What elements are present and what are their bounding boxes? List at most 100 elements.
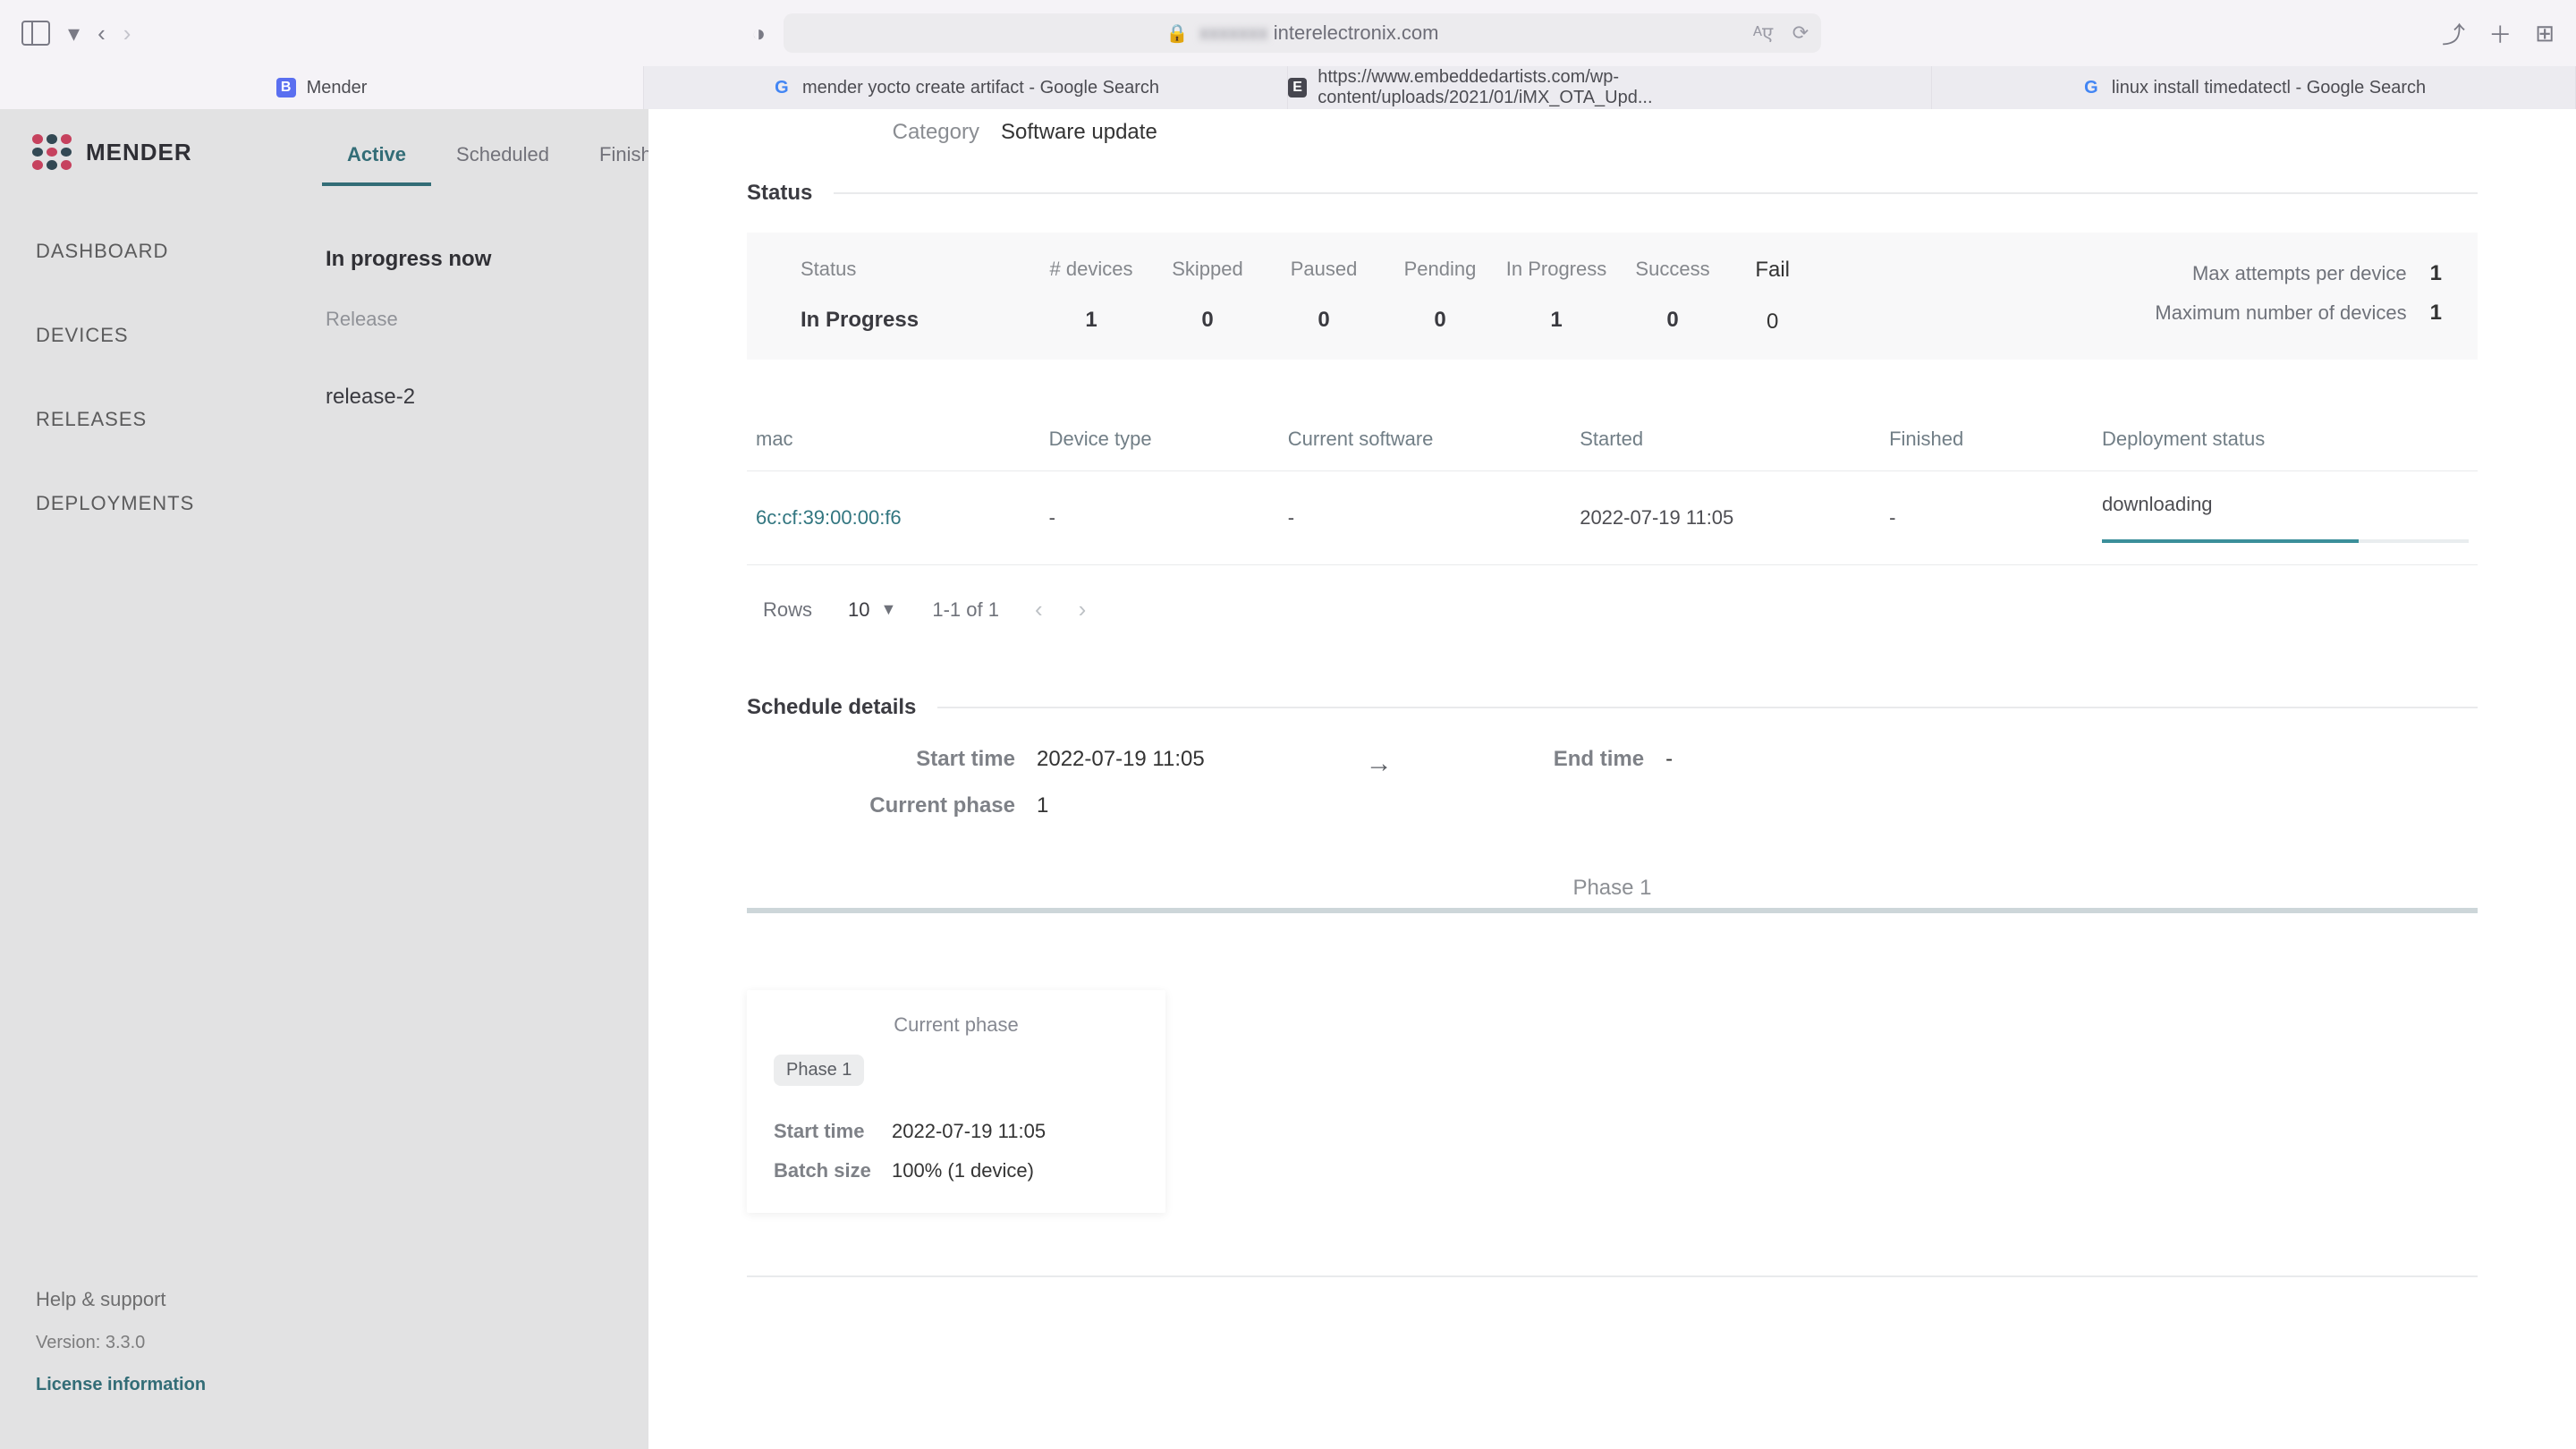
status-fail: 0 <box>1737 309 1809 335</box>
status-value: In Progress <box>801 308 1033 333</box>
tab-label: mender yocto create artifact - Google Se… <box>802 78 1159 98</box>
sched-start-label: Start time <box>747 747 1015 772</box>
max-attempts-label: Max attempts per device <box>2192 262 2407 285</box>
lock-icon: 🔒 <box>1166 22 1189 45</box>
pc-start-value: 2022-07-19 11:05 <box>892 1120 1046 1143</box>
sched-end-value: - <box>1665 747 1673 772</box>
logo-icon <box>32 134 72 170</box>
sched-end-label: End time <box>1554 747 1644 772</box>
phase-card-title: Current phase <box>774 1013 1139 1037</box>
reload-icon[interactable]: ⟳ <box>1792 21 1809 45</box>
tab-scheduled[interactable]: Scheduled <box>431 143 574 186</box>
status-col-skipped: Skipped <box>1149 258 1266 281</box>
phase-title: Phase 1 <box>747 876 2478 901</box>
status-col-paused: Paused <box>1266 258 1382 281</box>
translate-icon[interactable]: ᴬए <box>1753 20 1773 47</box>
sidebar: MENDER DASHBOARD DEVICES RELEASES DEPLOY… <box>0 109 269 1449</box>
tab-label: https://www.embeddedartists.com/wp-conte… <box>1318 67 1931 108</box>
page-next-icon[interactable]: › <box>1079 596 1087 623</box>
nav-forward-icon[interactable]: › <box>123 20 131 47</box>
arrow-right-icon: → <box>1366 749 1393 779</box>
status-header: Status <box>747 181 812 206</box>
url-blurred: xxxxxxx <box>1199 21 1268 45</box>
sched-phase-label: Current phase <box>747 793 1015 818</box>
pc-batch-value: 100% (1 device) <box>892 1159 1034 1182</box>
footer-divider <box>747 1275 2478 1277</box>
cell-mac[interactable]: 6c:cf:39:00:00:f6 <box>747 471 1040 565</box>
col-started[interactable]: Started <box>1571 422 1880 471</box>
pc-batch-label: Batch size <box>774 1159 876 1182</box>
status-col-inprogress: In Progress <box>1498 258 1614 281</box>
pc-start-label: Start time <box>774 1120 876 1143</box>
sidebar-icon[interactable] <box>21 21 50 46</box>
rows-select[interactable]: 10 ▼ <box>848 598 896 622</box>
phase-pill: Phase 1 <box>774 1055 864 1086</box>
rows-value: 10 <box>848 598 869 622</box>
release-value: release-2 <box>268 340 653 454</box>
status-col-fail: Fail <box>1737 258 1809 283</box>
status-summary: Status # devices Skipped Paused Pending … <box>747 233 2478 360</box>
status-col-status: Status <box>801 258 1033 281</box>
max-attempts-value: 1 <box>2430 261 2442 286</box>
nav-dashboard[interactable]: DASHBOARD <box>0 209 268 293</box>
col-mac[interactable]: mac <box>747 422 1040 471</box>
nav-back-icon[interactable]: ‹ <box>97 20 106 47</box>
favicon-e-icon: E <box>1288 78 1307 97</box>
nav-deployments[interactable]: DEPLOYMENTS <box>0 462 268 546</box>
category-value: Software update <box>1001 120 1157 145</box>
release-label: Release <box>268 299 653 340</box>
browser-tab-search1[interactable]: G mender yocto create artifact - Google … <box>644 66 1288 109</box>
browser-tab-mender[interactable]: B Mender <box>0 66 644 109</box>
tab-active[interactable]: Active <box>322 143 431 186</box>
brand-name: MENDER <box>86 139 192 166</box>
col-current-sw[interactable]: Current software <box>1279 422 1571 471</box>
sched-start-value: 2022-07-19 11:05 <box>1037 747 1205 772</box>
nav-releases[interactable]: RELEASES <box>0 377 268 462</box>
table-row[interactable]: 6c:cf:39:00:00:f6 - - 2022-07-19 11:05 -… <box>747 471 2478 565</box>
help-support-link[interactable]: Help & support <box>36 1288 233 1311</box>
address-bar[interactable]: 🔒 xxxxxxx interelectronix.com ᴬए ⟳ <box>784 13 1821 53</box>
deployments-panel: Active Scheduled Finished In progress no… <box>268 109 653 1449</box>
share-icon[interactable]: ⤴ <box>2442 17 2465 50</box>
deployment-drawer: Category Software update Status Status #… <box>648 109 2576 1449</box>
col-finished[interactable]: Finished <box>1880 422 2093 471</box>
cell-current-sw: - <box>1279 471 1571 565</box>
tabs-overview-icon[interactable]: ⊞ <box>2535 20 2555 47</box>
col-dep-status[interactable]: Deployment status <box>2093 422 2478 471</box>
progress-bar <box>2102 539 2469 543</box>
cell-started: 2022-07-19 11:05 <box>1571 471 1880 565</box>
rows-label: Rows <box>763 598 812 622</box>
nav-devices[interactable]: DEVICES <box>0 293 268 377</box>
category-label: Category <box>836 120 979 145</box>
browser-tabs: B Mender G mender yocto create artifact … <box>0 66 2576 110</box>
status-col-success: Success <box>1614 258 1731 281</box>
max-devices-label: Maximum number of devices <box>2155 301 2406 325</box>
col-device-type[interactable]: Device type <box>1040 422 1279 471</box>
tab-label: Mender <box>307 78 368 98</box>
cell-finished: - <box>1880 471 2093 565</box>
status-devices: 1 <box>1033 308 1149 333</box>
version-text: Version: 3.3.0 <box>36 1333 233 1353</box>
cell-dep-status: downloading <box>2093 471 2478 565</box>
status-pending: 0 <box>1382 308 1498 333</box>
browser-tab-embedded[interactable]: E https://www.embeddedartists.com/wp-con… <box>1288 66 1932 109</box>
privacy-shield-icon[interactable]: ◑ <box>751 20 766 47</box>
status-skipped: 0 <box>1149 308 1266 333</box>
sched-phase-value: 1 <box>1037 793 1048 818</box>
status-col-pending: Pending <box>1382 258 1498 281</box>
devices-table: mac Device type Current software Started… <box>747 422 2478 565</box>
cell-device-type: - <box>1040 471 1279 565</box>
url-visible: interelectronix.com <box>1274 21 1439 45</box>
browser-chrome: ▾ ‹ › ◑ 🔒 xxxxxxx interelectronix.com ᴬए… <box>0 0 2576 66</box>
license-link[interactable]: License information <box>36 1375 233 1395</box>
new-tab-icon[interactable]: ＋ <box>2488 17 2512 50</box>
phase-bar <box>747 908 2478 913</box>
chevron-down-icon[interactable]: ▾ <box>68 20 80 47</box>
page-prev-icon[interactable]: ‹ <box>1035 596 1043 623</box>
google-icon: G <box>772 78 792 97</box>
favicon-b-icon: B <box>276 78 296 97</box>
max-devices-value: 1 <box>2430 301 2442 326</box>
in-progress-header: In progress now <box>268 186 653 299</box>
brand[interactable]: MENDER <box>0 109 268 209</box>
browser-tab-search2[interactable]: G linux install timedatectl - Google Sea… <box>1932 66 2576 109</box>
